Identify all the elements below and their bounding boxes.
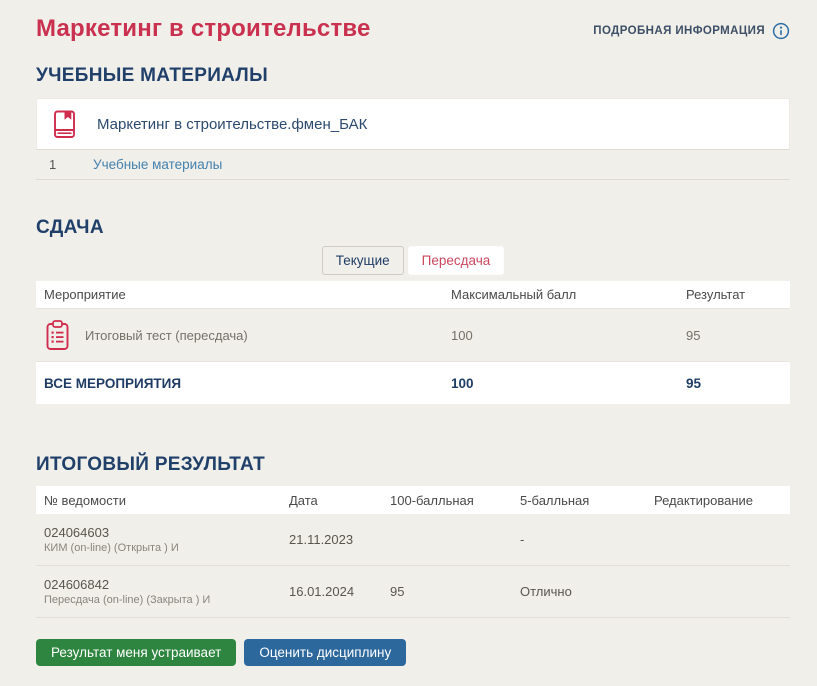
- material-row-number: 1: [49, 157, 93, 172]
- final-table-header: № ведомости Дата 100-балльная 5-балльная…: [36, 486, 790, 514]
- col-scale-5: 5-балльная: [512, 493, 646, 508]
- course-page: Маркетинг в строительстве ПОДРОБНАЯ ИНФО…: [0, 0, 817, 678]
- action-buttons: Результат меня устраивает Оценить дисцип…: [36, 639, 790, 666]
- event-result: 95: [678, 328, 790, 343]
- rate-discipline-button[interactable]: Оценить дисциплину: [244, 639, 406, 666]
- col-event: Мероприятие: [36, 287, 443, 302]
- event-name[interactable]: Итоговый тест (пересдача): [85, 328, 248, 343]
- info-icon[interactable]: [772, 22, 790, 40]
- event-max-score: 100: [443, 328, 678, 343]
- final-result-table: № ведомости Дата 100-балльная 5-балльная…: [36, 486, 790, 618]
- col-statement-number: № ведомости: [36, 493, 281, 508]
- submission-tabs: Текущие Пересдача: [36, 246, 790, 275]
- statement-type: Пересдача (on-line) (Закрыта ) И: [44, 593, 281, 608]
- table-row: Итоговый тест (пересдача) 100 95: [36, 309, 790, 361]
- detailed-info-link[interactable]: ПОДРОБНАЯ ИНФОРМАЦИЯ: [593, 22, 790, 40]
- statement-number: 024064603: [44, 524, 281, 541]
- material-row-link[interactable]: Учебные материалы: [93, 157, 222, 172]
- total-result: 95: [678, 376, 790, 391]
- tab-current[interactable]: Текущие: [322, 246, 404, 275]
- statement-score-5: Отлично: [512, 584, 646, 599]
- tab-retake[interactable]: Пересдача: [408, 246, 505, 275]
- submission-table: Мероприятие Максимальный балл Результат …: [36, 281, 790, 404]
- table-row: 024606842 Пересдача (on-line) (Закрыта )…: [36, 566, 790, 618]
- submission-table-header: Мероприятие Максимальный балл Результат: [36, 281, 790, 309]
- total-max-score: 100: [443, 376, 678, 391]
- statement-date: 21.11.2023: [281, 532, 382, 547]
- total-row: ВСЕ МЕРОПРИЯТИЯ 100 95: [36, 361, 790, 404]
- statement-score-5: -: [512, 532, 646, 547]
- col-max-score: Максимальный балл: [443, 287, 678, 302]
- statement-date: 16.01.2024: [281, 584, 382, 599]
- page-header: Маркетинг в строительстве ПОДРОБНАЯ ИНФО…: [36, 14, 790, 44]
- page-title: Маркетинг в строительстве: [36, 14, 371, 44]
- course-material-card[interactable]: Маркетинг в строительстве.фмен_БАК: [36, 98, 790, 150]
- statement-score-100: 95: [382, 584, 512, 599]
- materials-heading: УЧЕБНЫЕ МАТЕРИАЛЫ: [36, 65, 790, 87]
- detailed-info-label: ПОДРОБНАЯ ИНФОРМАЦИЯ: [593, 25, 765, 37]
- book-icon: [50, 109, 79, 140]
- submission-heading: СДАЧА: [36, 217, 790, 239]
- total-label: ВСЕ МЕРОПРИЯТИЯ: [36, 376, 443, 391]
- col-scale-100: 100-балльная: [382, 493, 512, 508]
- statement-number: 024606842: [44, 576, 281, 593]
- col-editing: Редактирование: [646, 493, 790, 508]
- col-date: Дата: [281, 493, 382, 508]
- material-row: 1 Учебные материалы: [36, 150, 790, 180]
- test-clipboard-icon: [44, 319, 71, 352]
- course-material-title: Маркетинг в строительстве.фмен_БАК: [97, 116, 367, 133]
- table-row: 024064603 КИМ (on-line) (Открыта ) И 21.…: [36, 514, 790, 566]
- col-result: Результат: [678, 287, 790, 302]
- accept-result-button[interactable]: Результат меня устраивает: [36, 639, 236, 666]
- statement-type: КИМ (on-line) (Открыта ) И: [44, 541, 281, 556]
- final-result-heading: ИТОГОВЫЙ РЕЗУЛЬТАТ: [36, 454, 790, 476]
